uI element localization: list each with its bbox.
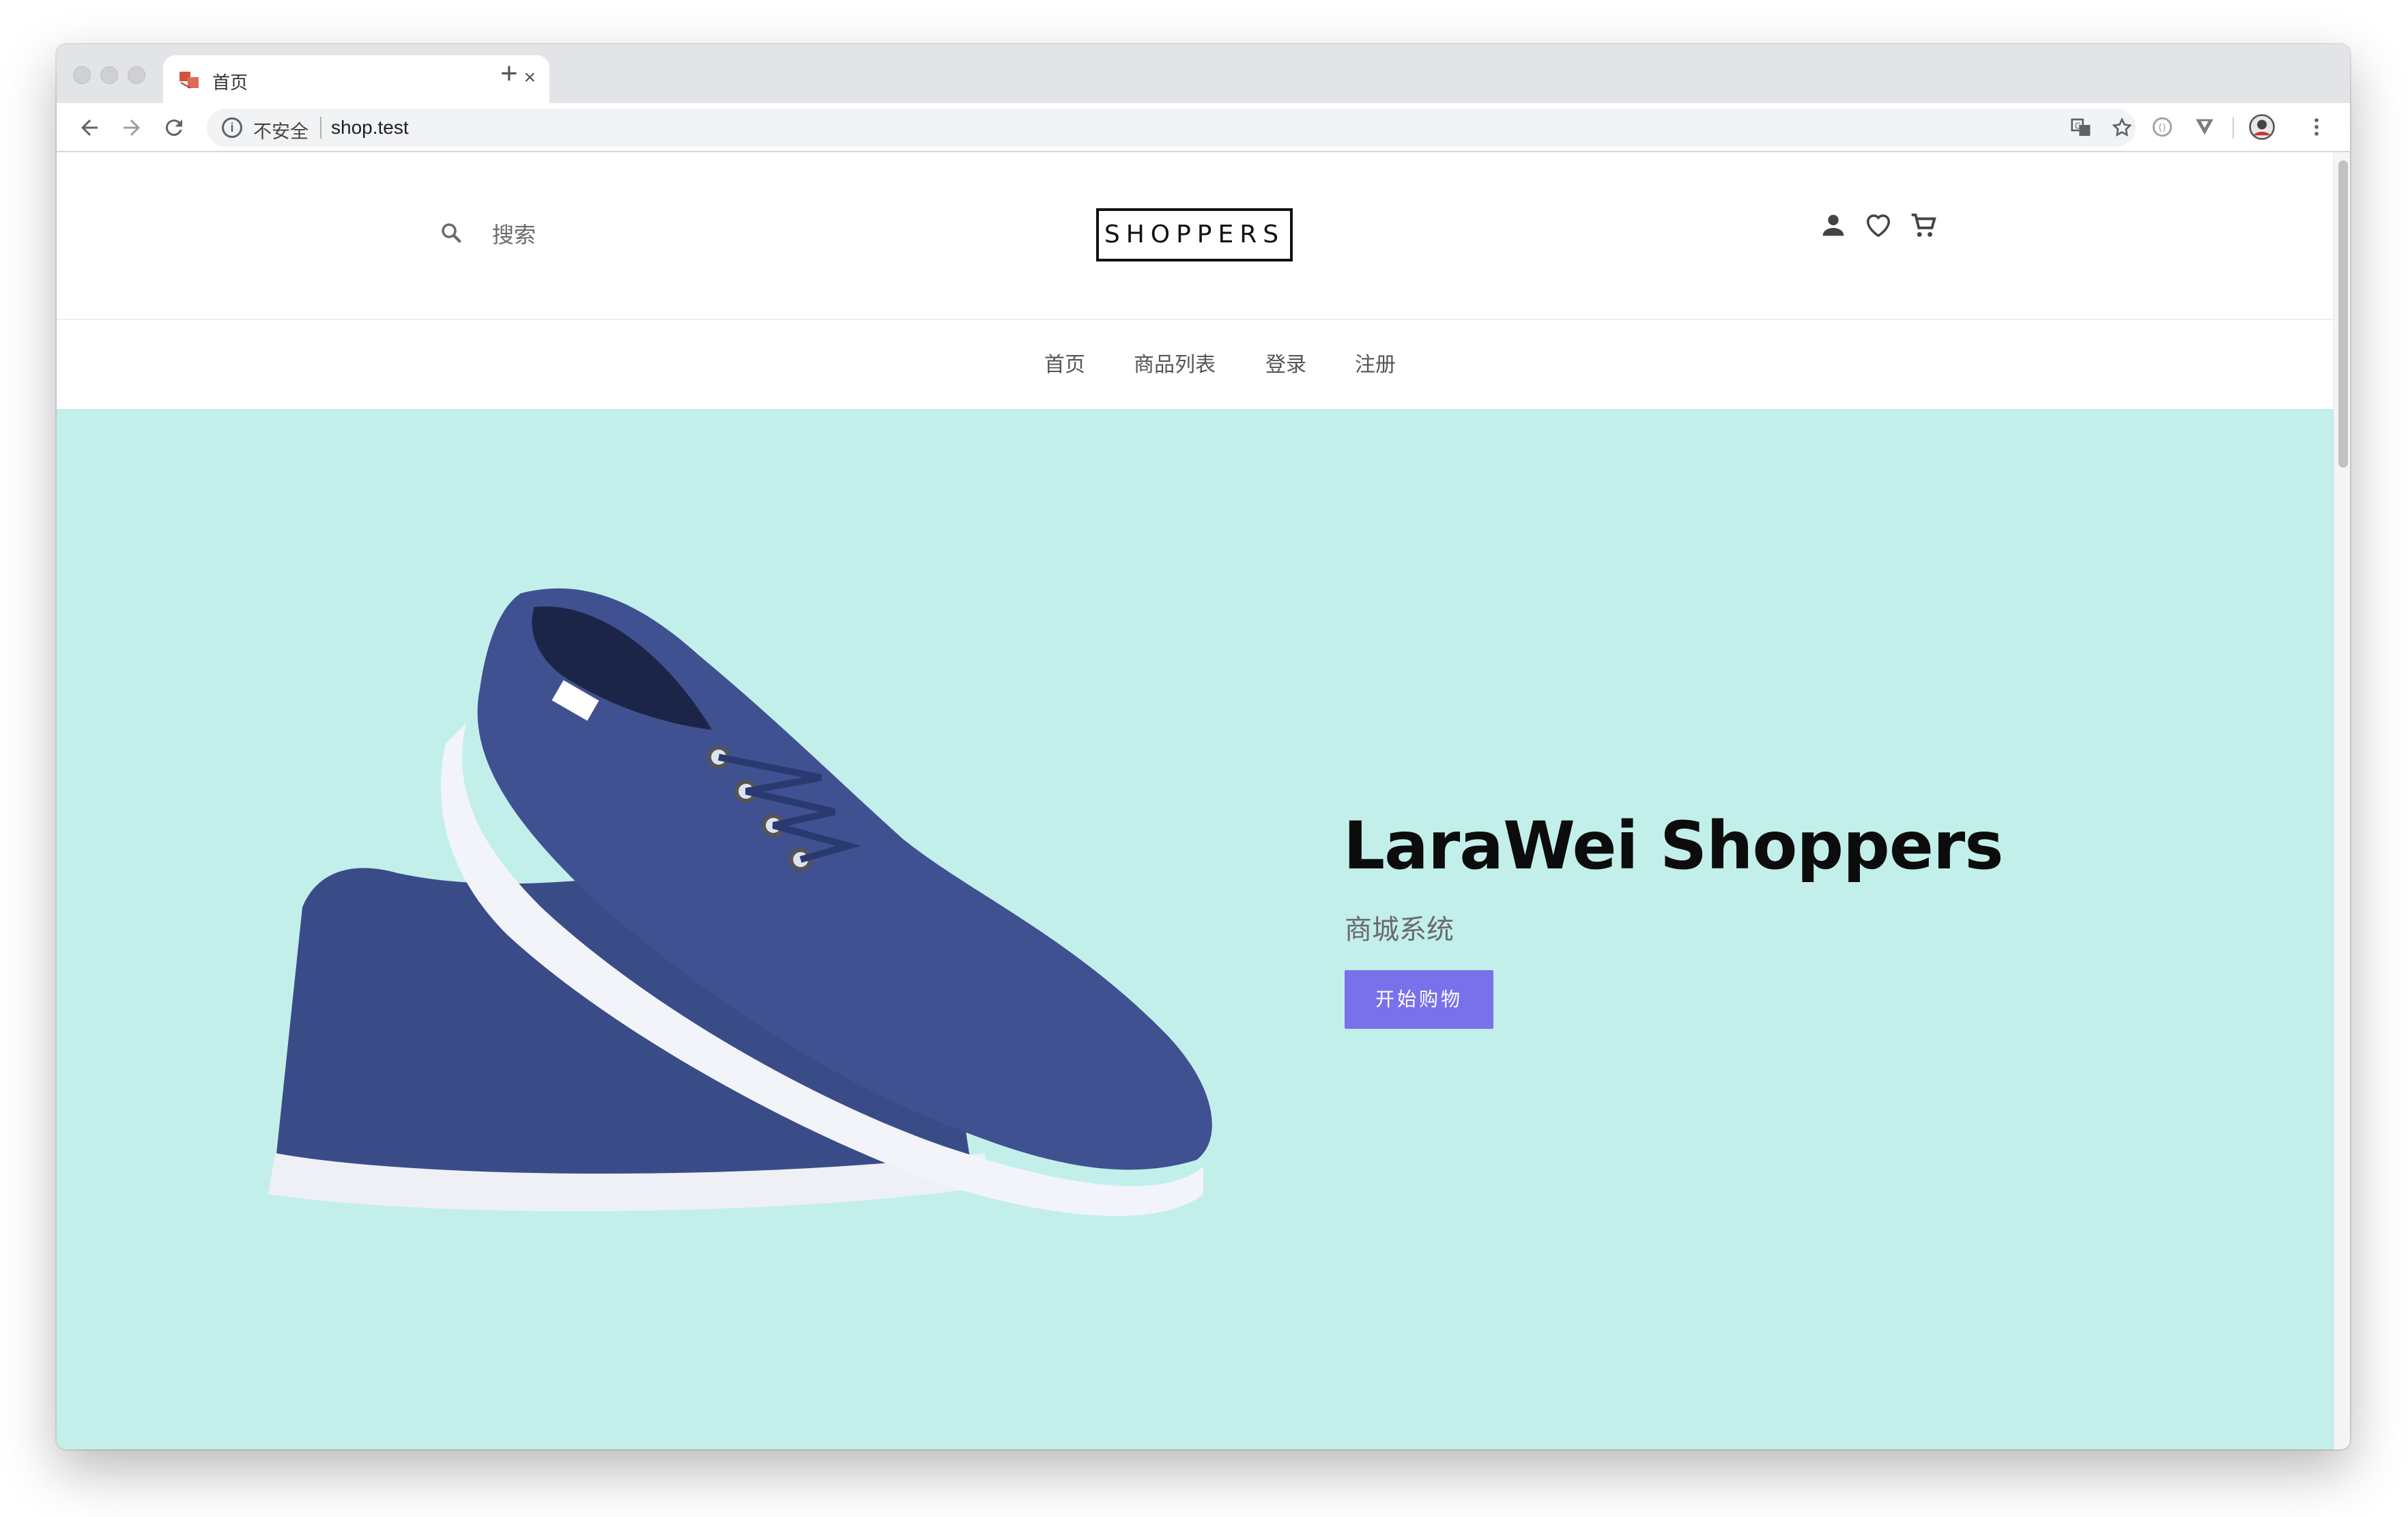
site-header: 搜索 SHOPPERS (57, 152, 2334, 320)
profile-icon[interactable] (2248, 113, 2276, 141)
svg-text:G: G (2075, 121, 2081, 130)
url-text[interactable]: shop.test (331, 117, 409, 139)
star-icon[interactable] (2111, 117, 2133, 139)
vivaldi-icon[interactable] (2193, 115, 2216, 139)
tab-active[interactable]: 首页 × (163, 55, 549, 103)
search-icon[interactable] (439, 221, 463, 245)
tab-close-icon[interactable]: × (524, 66, 536, 89)
hero-section: LaraWei Shoppers 商城系统 开始购物 (57, 409, 2334, 1449)
maximize-window-button[interactable] (128, 66, 145, 84)
info-icon[interactable]: i (222, 117, 242, 138)
nav-link-register[interactable]: 注册 (1355, 348, 1396, 378)
address-divider (320, 117, 321, 139)
tab-title: 首页 (212, 73, 248, 94)
search-label[interactable]: 搜索 (492, 218, 536, 249)
reload-icon[interactable] (162, 115, 186, 140)
svg-text:(): () (2158, 123, 2166, 134)
heart-icon[interactable] (1863, 210, 1894, 241)
tab-strip: 首页 × + (57, 44, 2350, 103)
nav-link-products[interactable]: 商品列表 (1134, 348, 1216, 378)
user-icon[interactable] (1818, 210, 1849, 241)
browser-window: 首页 × + i 不安全 shop.test G () 搜索 SHOPPERS … (57, 44, 2350, 1449)
forward-icon[interactable] (119, 115, 144, 140)
site-logo[interactable]: SHOPPERS (1096, 208, 1293, 261)
address-bar[interactable]: i 不安全 shop.test G (207, 109, 2136, 147)
main-nav: 首页 商品列表 登录 注册 (57, 320, 2334, 409)
start-shopping-button[interactable]: 开始购物 (1345, 970, 1493, 1029)
nav-link-login[interactable]: 登录 (1265, 348, 1306, 378)
scrollbar-thumb[interactable] (2338, 160, 2348, 468)
menu-icon[interactable] (2305, 115, 2328, 139)
back-icon[interactable] (77, 115, 102, 140)
cart-icon[interactable] (1908, 210, 1939, 241)
security-label[interactable]: 不安全 (253, 117, 309, 143)
minimize-window-button[interactable] (100, 66, 118, 84)
close-window-button[interactable] (73, 66, 91, 84)
extension-icon[interactable]: () (2151, 115, 2174, 139)
page-scrollbar[interactable] (2334, 152, 2350, 1449)
toolbar-divider (2233, 117, 2234, 139)
translate-icon[interactable]: G (2070, 117, 2092, 139)
browser-toolbar: i 不安全 shop.test G () (57, 103, 2350, 152)
hero-subtitle: 商城系统 (1345, 914, 1454, 946)
shoe-image (268, 588, 1212, 1217)
page-viewport: 搜索 SHOPPERS 首页 商品列表 登录 注册 LaraWei Shoppe… (57, 152, 2334, 1449)
new-tab-button[interactable]: + (500, 57, 518, 91)
nav-link-home[interactable]: 首页 (1044, 348, 1085, 378)
laravel-favicon-icon (180, 72, 199, 89)
hero-title: LaraWei Shoppers (1343, 808, 2003, 884)
